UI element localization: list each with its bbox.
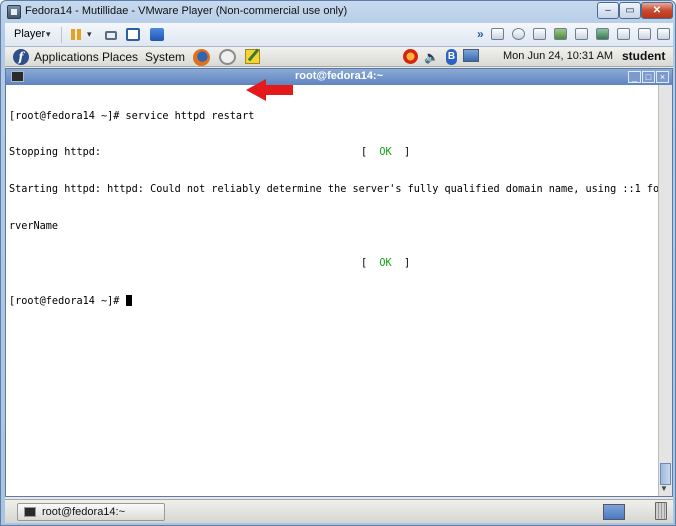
chevron-down-icon[interactable]: ▾	[87, 29, 92, 40]
terminal-close-button[interactable]: ×	[656, 71, 669, 83]
vm-window-title: Fedora14 - Mutillidae - VMware Player (N…	[25, 5, 348, 17]
taskbar-terminal-button[interactable]: root@fedora14:~	[17, 503, 165, 521]
terminal-line: [root@fedora14 ~]#	[9, 295, 658, 307]
network-icon[interactable]	[105, 31, 117, 40]
terminal-line: [ OK ]	[9, 258, 658, 270]
terminal-maximize-button[interactable]: □	[642, 71, 655, 83]
chevron-down-icon[interactable]: ▾	[46, 29, 51, 40]
vm-maximize-button[interactable]: ▭	[619, 2, 641, 19]
terminal-output-text: Starting httpd: httpd: Could not reliabl…	[9, 184, 658, 196]
firefox-launcher-icon[interactable]	[193, 49, 210, 66]
display-icon[interactable]	[463, 49, 479, 62]
device-message-icon[interactable]	[638, 28, 651, 40]
terminal-line: Stopping httpd: [ OK ]	[9, 147, 658, 159]
terminal-titlebar[interactable]: root@fedora14:~ _ □ ×	[6, 69, 672, 85]
terminal-output[interactable]: [root@fedora14 ~]# service httpd restart…	[6, 85, 658, 496]
vm-minimize-button[interactable]: –	[597, 2, 619, 19]
terminal-minimize-button[interactable]: _	[628, 71, 641, 83]
gnome-top-panel: f Applications Places System 🔈 B Mon Jun…	[5, 47, 673, 67]
status-indicator: [ OK ]	[361, 258, 411, 270]
device-sound-icon[interactable]	[617, 28, 630, 40]
device-network-icon[interactable]	[491, 28, 504, 40]
mail-launcher-icon[interactable]	[219, 49, 236, 65]
vm-titlebar[interactable]: Fedora14 - Mutillidae - VMware Player (N…	[1, 1, 675, 23]
arrow-shape	[246, 79, 293, 101]
scroll-down-arrow-icon[interactable]: ▼	[660, 484, 668, 493]
pause-icon[interactable]	[69, 28, 83, 41]
gnome-bottom-panel: root@fedora14:~	[5, 499, 673, 523]
scrollbar-thumb[interactable]	[660, 463, 671, 485]
device-harddisk-icon[interactable]	[554, 28, 567, 40]
update-notifier-icon[interactable]	[403, 49, 418, 64]
terminal-title: root@fedora14:~	[294, 70, 384, 82]
guest-screen[interactable]: f Applications Places System 🔈 B Mon Jun…	[5, 47, 673, 523]
toolbar-separator	[61, 27, 62, 43]
terminal-window[interactable]: root@fedora14:~ _ □ × [root@fedora14 ~]#…	[5, 68, 673, 497]
terminal-command-line: [root@fedora14 ~]# service httpd restart	[9, 110, 255, 122]
terminal-line: rverName	[9, 221, 658, 233]
fedora-logo-icon[interactable]: f	[13, 49, 29, 65]
terminal-scrollbar[interactable]: ▼	[658, 85, 672, 496]
vm-close-button[interactable]: ✕	[641, 2, 673, 19]
more-devices-chevron-icon[interactable]: »	[477, 27, 484, 41]
ok-status: OK	[379, 147, 392, 159]
fullscreen-icon[interactable]	[126, 28, 140, 41]
menu-places[interactable]: Places	[102, 50, 138, 64]
panel-clock[interactable]: Mon Jun 24, 10:31 AM	[503, 50, 613, 62]
panel-user-menu[interactable]: student	[622, 49, 665, 63]
device-extra-icon[interactable]	[657, 28, 670, 40]
terminal-line: [root@fedora14 ~]# service httpd restart	[9, 111, 658, 123]
taskbar-label: root@fedora14:~	[42, 506, 126, 518]
trash-icon[interactable]	[655, 502, 667, 520]
device-usb-icon[interactable]	[596, 28, 609, 40]
volume-icon[interactable]: 🔈	[424, 50, 439, 64]
menu-system[interactable]: System	[145, 50, 185, 64]
device-cd-icon[interactable]	[512, 28, 525, 40]
menu-applications[interactable]: Applications	[34, 50, 99, 64]
player-menu-button[interactable]: Player	[14, 28, 45, 40]
workspace-icon[interactable]	[603, 504, 625, 520]
vmware-app-icon[interactable]	[7, 5, 21, 19]
device-floppy-icon[interactable]	[533, 28, 546, 40]
device-printer-icon[interactable]	[575, 28, 588, 40]
terminal-output-text: Stopping httpd:	[9, 147, 102, 159]
notes-launcher-icon[interactable]	[245, 49, 260, 64]
red-arrow-annotation	[246, 79, 293, 101]
player-toolbar: Player ▾ ▾ »	[5, 23, 673, 47]
terminal-line: Starting httpd: httpd: Could not reliabl…	[9, 184, 658, 196]
bluetooth-icon[interactable]: B	[446, 49, 457, 65]
terminal-cursor	[125, 295, 132, 307]
terminal-prompt: [root@fedora14 ~]#	[9, 296, 126, 308]
unity-icon[interactable]	[150, 28, 164, 41]
terminal-output-text: rverName	[9, 221, 59, 233]
ok-status: OK	[379, 258, 392, 270]
terminal-icon	[24, 507, 36, 517]
vmware-player-window: Fedora14 - Mutillidae - VMware Player (N…	[0, 0, 676, 526]
status-indicator: [ OK ]	[361, 147, 411, 159]
